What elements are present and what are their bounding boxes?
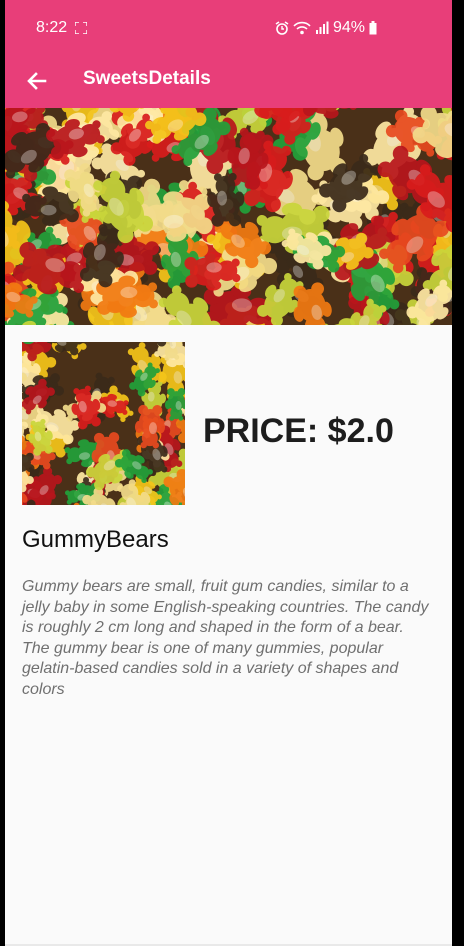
wifi-icon — [293, 21, 311, 35]
hero-image — [5, 108, 452, 325]
price-label: PRICE: $2.0 — [203, 412, 394, 450]
back-arrow-icon[interactable] — [23, 67, 51, 95]
battery-icon — [369, 21, 377, 35]
product-thumbnail — [22, 342, 185, 505]
product-name: GummyBears — [22, 526, 169, 553]
alarm-icon — [275, 21, 289, 35]
app-toolbar: SweetsDetails — [5, 56, 452, 108]
status-icons: 94% — [275, 19, 377, 37]
status-bar: 8:22 94% — [5, 0, 452, 56]
app-screen: 8:22 94% SweetsDetails PRICE: $2.0 Gummy… — [5, 0, 452, 946]
product-description: Gummy bears are small, fruit gum candies… — [22, 578, 429, 698]
screenshot-icon — [75, 22, 87, 34]
signal-icon — [315, 21, 329, 34]
page-title: SweetsDetails — [83, 68, 211, 89]
battery-percent: 94% — [332, 19, 365, 36]
status-time: 8:22 — [36, 19, 68, 36]
